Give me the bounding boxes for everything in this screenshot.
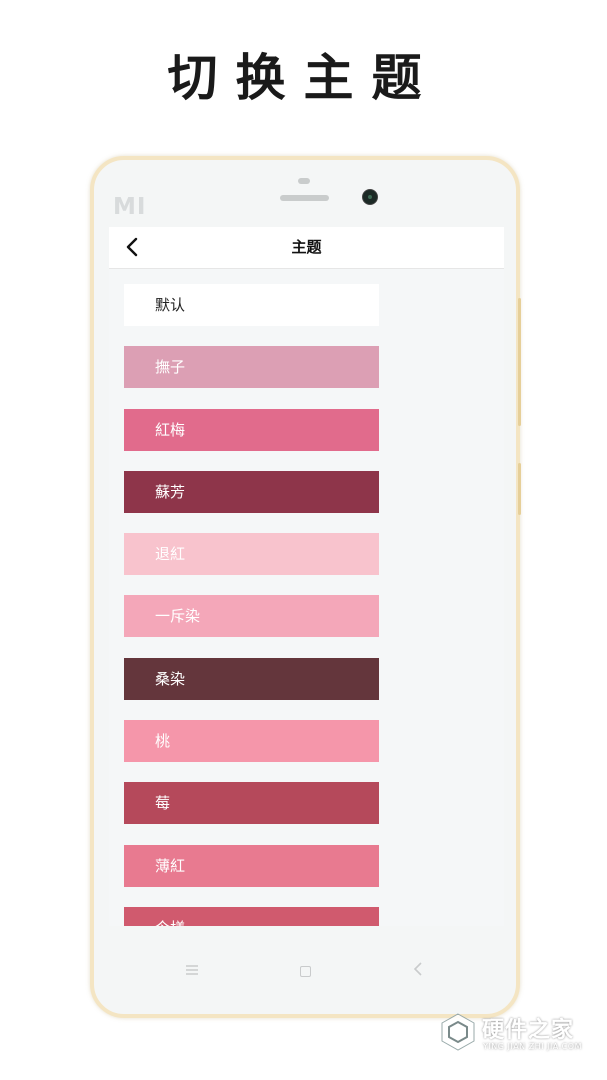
top-app-bar: 主题 [109,227,504,269]
theme-label: 莓 [155,794,171,813]
theme-item-momo[interactable]: 桃 [124,720,379,763]
theme-item-taikoh[interactable]: 退紅 [124,533,379,576]
theme-label: 退紅 [155,545,186,564]
theme-item-kuwazome[interactable]: 桑染 [124,657,379,700]
watermark-subtext: YING JIAN ZHI JIA.COM [483,1042,582,1051]
watermark-text: 硬件之家 [482,1018,575,1043]
theme-label: 默认 [155,296,186,314]
back-triangle-icon [413,962,422,976]
system-nav-bar [94,940,516,1002]
theme-item-ikkonzome[interactable]: 一斥染 [124,595,379,638]
theme-item-ichigo[interactable]: 莓 [124,782,379,825]
chevron-left-icon [126,237,138,257]
theme-label: 撫子 [155,358,186,377]
front-camera-icon [362,189,378,205]
theme-label: 紅梅 [155,420,186,439]
back-button[interactable] [117,231,147,263]
theme-label: 今様 [155,919,185,926]
theme-list: 默认 撫子 紅梅 蘇芳 退紅 一斥染 桑染 桃 莓 薄紅 今様 [124,284,379,926]
phone-volume-button [518,298,521,426]
theme-label: 薄紅 [155,856,186,875]
menu-icon [186,965,198,975]
brand-logo: MI [113,194,147,220]
sensor-icon [298,178,310,184]
menu-button[interactable] [177,956,207,986]
theme-label: 一斥染 [155,607,201,626]
theme-item-usubeni[interactable]: 薄紅 [124,844,379,887]
theme-item-imayoh[interactable]: 今様 [124,906,379,926]
theme-item-nadeshiko[interactable]: 撫子 [124,346,379,389]
page-title: 主题 [291,238,322,256]
system-back-button[interactable] [403,956,433,986]
promo-title: 切换主题 [167,48,440,107]
theme-item-default[interactable]: 默认 [124,284,379,326]
theme-label: 桑染 [155,669,186,688]
watermark-logo-icon [441,1013,475,1051]
theme-item-suo[interactable]: 蘇芳 [124,470,379,513]
theme-item-kobai[interactable]: 紅梅 [124,408,379,451]
theme-label: 桃 [155,732,171,751]
watermark: 硬件之家 YING JIAN ZHI JIA.COM [440,1010,605,1060]
home-square-icon [299,966,311,977]
phone-power-button [518,463,521,515]
earpiece-speaker [280,195,329,201]
app-screen: 主题 默认 撫子 紅梅 蘇芳 退紅 一斥染 桑染 桃 莓 薄紅 今様 [109,227,504,926]
home-button[interactable] [290,956,320,986]
theme-label: 蘇芳 [155,482,186,501]
